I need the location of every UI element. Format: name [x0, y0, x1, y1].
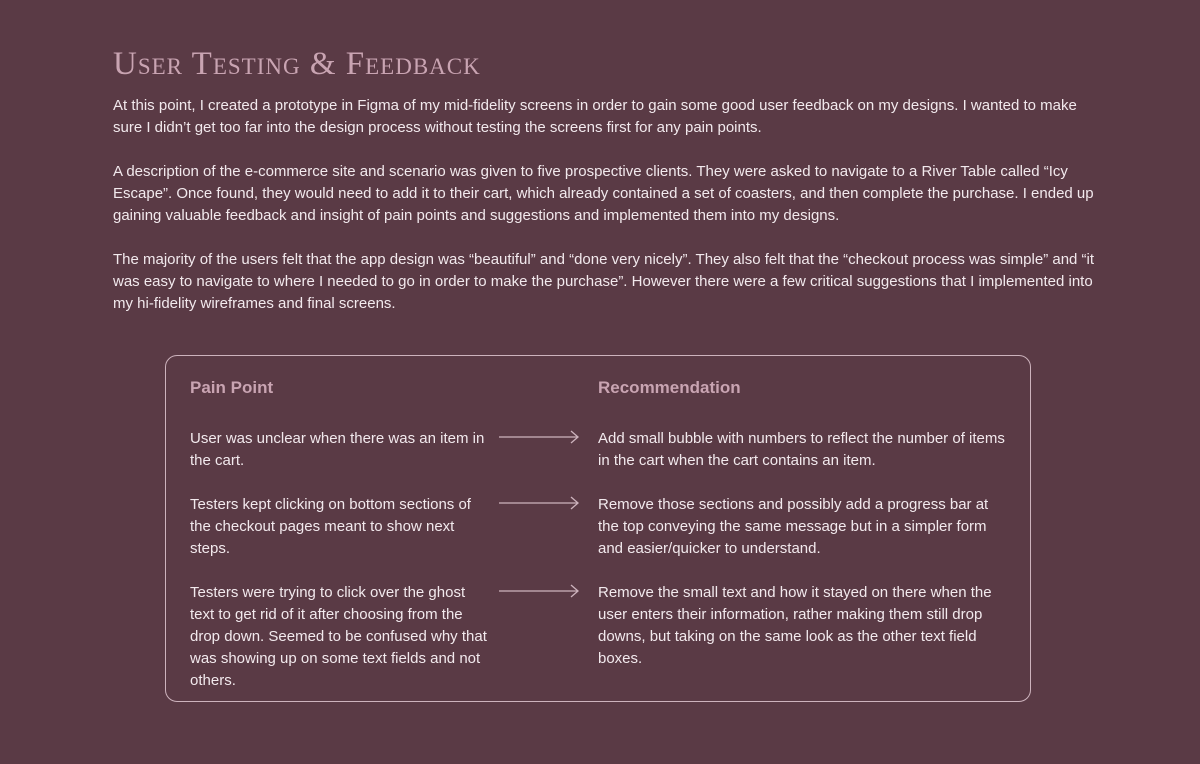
right-arrow-icon: [499, 430, 579, 444]
right-arrow-icon: [499, 496, 579, 510]
intro-paragraph-results: The majority of the users felt that the …: [113, 251, 1095, 312]
recommendation-header: Recommendation: [598, 378, 741, 397]
page-title: User Testing & Feedback: [113, 46, 481, 82]
pain-point-text: User was unclear when there was an item …: [190, 430, 485, 469]
right-arrow-icon: [499, 584, 579, 598]
intro-text: At this point, I created a prototype in …: [113, 95, 1103, 337]
intro-paragraph-scenario: A description of the e-commerce site and…: [113, 163, 1094, 224]
pain-point-text: Testers were trying to click over the gh…: [190, 584, 487, 689]
recommendation-text: Remove the small text and how it stayed …: [598, 584, 992, 667]
pain-point-text: Testers kept clicking on bottom sections…: [190, 496, 471, 557]
pain-point-header: Pain Point: [190, 378, 274, 397]
intro-paragraph-prototype: At this point, I created a prototype in …: [113, 97, 1077, 136]
recommendation-text: Add small bubble with numbers to reflect…: [598, 430, 1005, 469]
pain-point-table: Pain Point Recommendation User was uncle…: [165, 355, 1031, 702]
recommendation-text: Remove those sections and possibly add a…: [598, 496, 989, 557]
